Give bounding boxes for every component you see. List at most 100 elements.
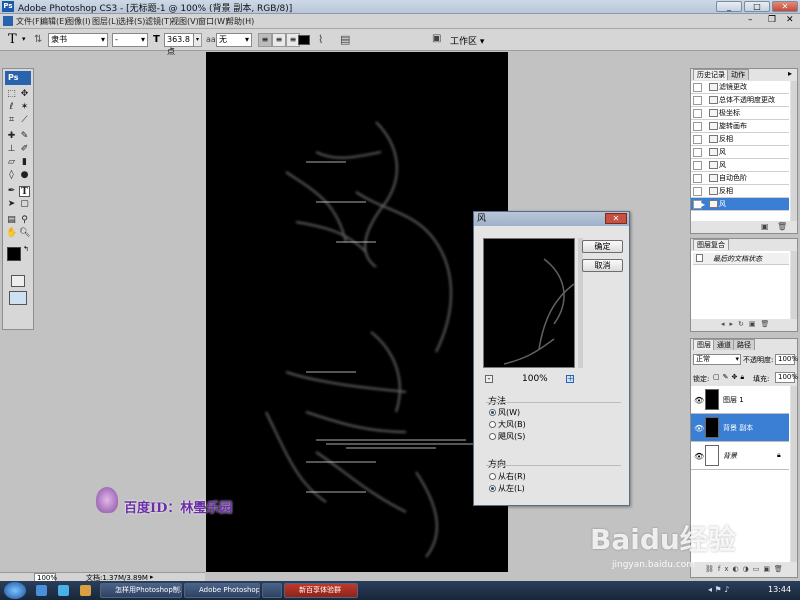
- last-document-state-row[interactable]: 最后的文档状态: [693, 253, 789, 265]
- font-style-select[interactable]: - ▾: [112, 33, 148, 47]
- menu-select[interactable]: 选择(S): [118, 16, 145, 27]
- lock-icons[interactable]: ▢✎✥🔒︎: [713, 373, 747, 382]
- crop-tool-icon[interactable]: ⌗: [6, 115, 17, 126]
- text-color-swatch[interactable]: [298, 35, 310, 45]
- history-source-checkbox[interactable]: [693, 187, 702, 196]
- tab-history[interactable]: 历史记录: [693, 69, 729, 80]
- panel-menu-icon[interactable]: ▸: [788, 69, 792, 78]
- gradient-tool-icon[interactable]: ▮: [19, 157, 30, 168]
- blur-tool-icon[interactable]: ◊: [6, 170, 17, 181]
- minimize-button[interactable]: _: [716, 1, 742, 12]
- taskbar-item-browser[interactable]: 怎样用Photoshop制...: [100, 583, 182, 598]
- swap-colors-icon[interactable]: ↰: [23, 245, 29, 253]
- history-item[interactable]: 滤镜更改: [691, 81, 789, 94]
- foreground-color-swatch[interactable]: [7, 247, 21, 261]
- move-tool-icon[interactable]: ✥: [19, 89, 30, 100]
- dialog-close-icon[interactable]: ✕: [605, 213, 627, 224]
- history-scrollbar[interactable]: [791, 81, 797, 221]
- lasso-tool-icon[interactable]: ℓ: [6, 102, 17, 113]
- zoom-out-button[interactable]: -: [485, 375, 493, 383]
- history-source-checkbox[interactable]: [693, 148, 702, 157]
- shape-tool-icon[interactable]: ▢: [19, 199, 30, 210]
- ok-button[interactable]: 确定: [582, 240, 623, 253]
- cancel-button[interactable]: 取消: [582, 259, 623, 272]
- history-source-checkbox[interactable]: [693, 161, 702, 170]
- brush-tool-icon[interactable]: ✎: [19, 131, 30, 142]
- history-item[interactable]: 反相: [691, 185, 789, 198]
- zoom-in-button[interactable]: +: [566, 375, 574, 383]
- history-brush-tool-icon[interactable]: ✐: [19, 144, 30, 155]
- path-selection-tool-icon[interactable]: ➤: [6, 199, 17, 210]
- history-item[interactable]: 风: [691, 146, 789, 159]
- history-source-checkbox[interactable]: [693, 122, 702, 131]
- screen-mode-icon[interactable]: [9, 291, 27, 305]
- opacity-input[interactable]: 100%: [775, 354, 798, 365]
- history-item[interactable]: 风: [691, 159, 789, 172]
- menu-help[interactable]: 帮助(H): [226, 16, 254, 27]
- tool-preset-arrow-icon[interactable]: ▾: [22, 35, 26, 43]
- align-center-icon[interactable]: ≡: [272, 33, 286, 47]
- history-source-checkbox[interactable]: [693, 109, 702, 118]
- layer-row[interactable]: 👁︎ 图层 1: [691, 386, 789, 414]
- menu-image[interactable]: 图像(I): [66, 16, 91, 27]
- method-stagger-radio[interactable]: [489, 433, 496, 440]
- slice-tool-icon[interactable]: ⟋: [19, 115, 30, 126]
- menu-layer[interactable]: 图层(L): [92, 16, 119, 27]
- taskbar-item-photoshop[interactable]: Adobe Photoshop ...: [184, 583, 260, 598]
- method-wind-radio[interactable]: [489, 409, 496, 416]
- dodge-tool-icon[interactable]: ●: [19, 170, 30, 181]
- eye-icon[interactable]: 👁︎: [694, 452, 704, 461]
- type-tool-icon[interactable]: T: [19, 186, 30, 197]
- history-item[interactable]: 旋转画布: [691, 120, 789, 133]
- start-button[interactable]: [4, 582, 26, 599]
- healing-brush-tool-icon[interactable]: ✚: [6, 131, 17, 142]
- comps-scrollbar[interactable]: [791, 251, 797, 319]
- doc-minimize-icon[interactable]: –: [748, 15, 753, 25]
- delete-history-icon[interactable]: 🗑︎: [777, 222, 787, 231]
- history-item-selected[interactable]: ▸ 风: [691, 198, 789, 211]
- preview-scrollbar[interactable]: [578, 238, 583, 368]
- antialias-select[interactable]: 无 ▾: [216, 33, 252, 47]
- eyedropper-tool-icon[interactable]: ⚲: [19, 215, 30, 226]
- tab-actions[interactable]: 动作: [727, 69, 749, 80]
- eraser-tool-icon[interactable]: ▱: [6, 157, 17, 168]
- filter-preview[interactable]: [483, 238, 575, 368]
- history-item[interactable]: 反相: [691, 133, 789, 146]
- status-arrow-icon[interactable]: ▸: [150, 573, 154, 581]
- history-source-checkbox[interactable]: [693, 174, 702, 183]
- marquee-tool-icon[interactable]: ⬚: [6, 89, 17, 100]
- direction-left-radio[interactable]: [489, 485, 496, 492]
- warp-text-icon[interactable]: ⌇: [318, 33, 323, 46]
- eye-icon[interactable]: 👁︎: [694, 396, 704, 405]
- taskbar-item-chat[interactable]: 新百享体验群: [284, 583, 358, 598]
- layer-row-selected[interactable]: 👁︎ 背景 副本: [691, 414, 789, 442]
- history-item[interactable]: 自动色阶: [691, 172, 789, 185]
- comps-footer-icons[interactable]: ◂▸↻▣🗑︎: [721, 320, 774, 328]
- quick-mask-icon[interactable]: [11, 275, 25, 287]
- align-left-icon[interactable]: ≡: [258, 33, 272, 47]
- history-item[interactable]: 极坐标: [691, 107, 789, 120]
- layers-scrollbar[interactable]: [791, 386, 797, 562]
- palette-icon[interactable]: ▣: [432, 33, 441, 44]
- menu-window[interactable]: 窗口(W): [198, 16, 228, 27]
- layer-row[interactable]: 👁︎ 背景 🔒︎: [691, 442, 789, 470]
- hand-tool-icon[interactable]: ✋: [6, 228, 17, 239]
- taskbar-item-app[interactable]: [262, 583, 282, 598]
- menu-file[interactable]: 文件(F): [16, 16, 43, 27]
- text-tool-icon[interactable]: T: [8, 32, 17, 47]
- font-size-dropdown-icon[interactable]: ▾: [194, 33, 202, 47]
- desktop-icon[interactable]: [58, 585, 69, 596]
- menu-filter[interactable]: 滤镜(T): [145, 16, 172, 27]
- blend-mode-select[interactable]: 正常 ▾: [693, 354, 741, 365]
- tab-layer-comps[interactable]: 图层复合: [693, 239, 729, 250]
- character-panel-icon[interactable]: ▤: [340, 33, 350, 46]
- tab-channels[interactable]: 通道: [713, 339, 735, 350]
- doc-restore-icon[interactable]: ❐: [768, 15, 776, 25]
- folder-icon[interactable]: [80, 585, 91, 596]
- history-source-checkbox[interactable]: [693, 83, 702, 92]
- tab-layers[interactable]: 图层: [693, 339, 715, 350]
- close-button[interactable]: ✕: [772, 1, 798, 12]
- workspace-menu[interactable]: 工作区 ▾: [450, 34, 484, 47]
- font-size-input[interactable]: 363.8 点: [164, 33, 194, 56]
- history-source-checkbox[interactable]: [693, 96, 702, 105]
